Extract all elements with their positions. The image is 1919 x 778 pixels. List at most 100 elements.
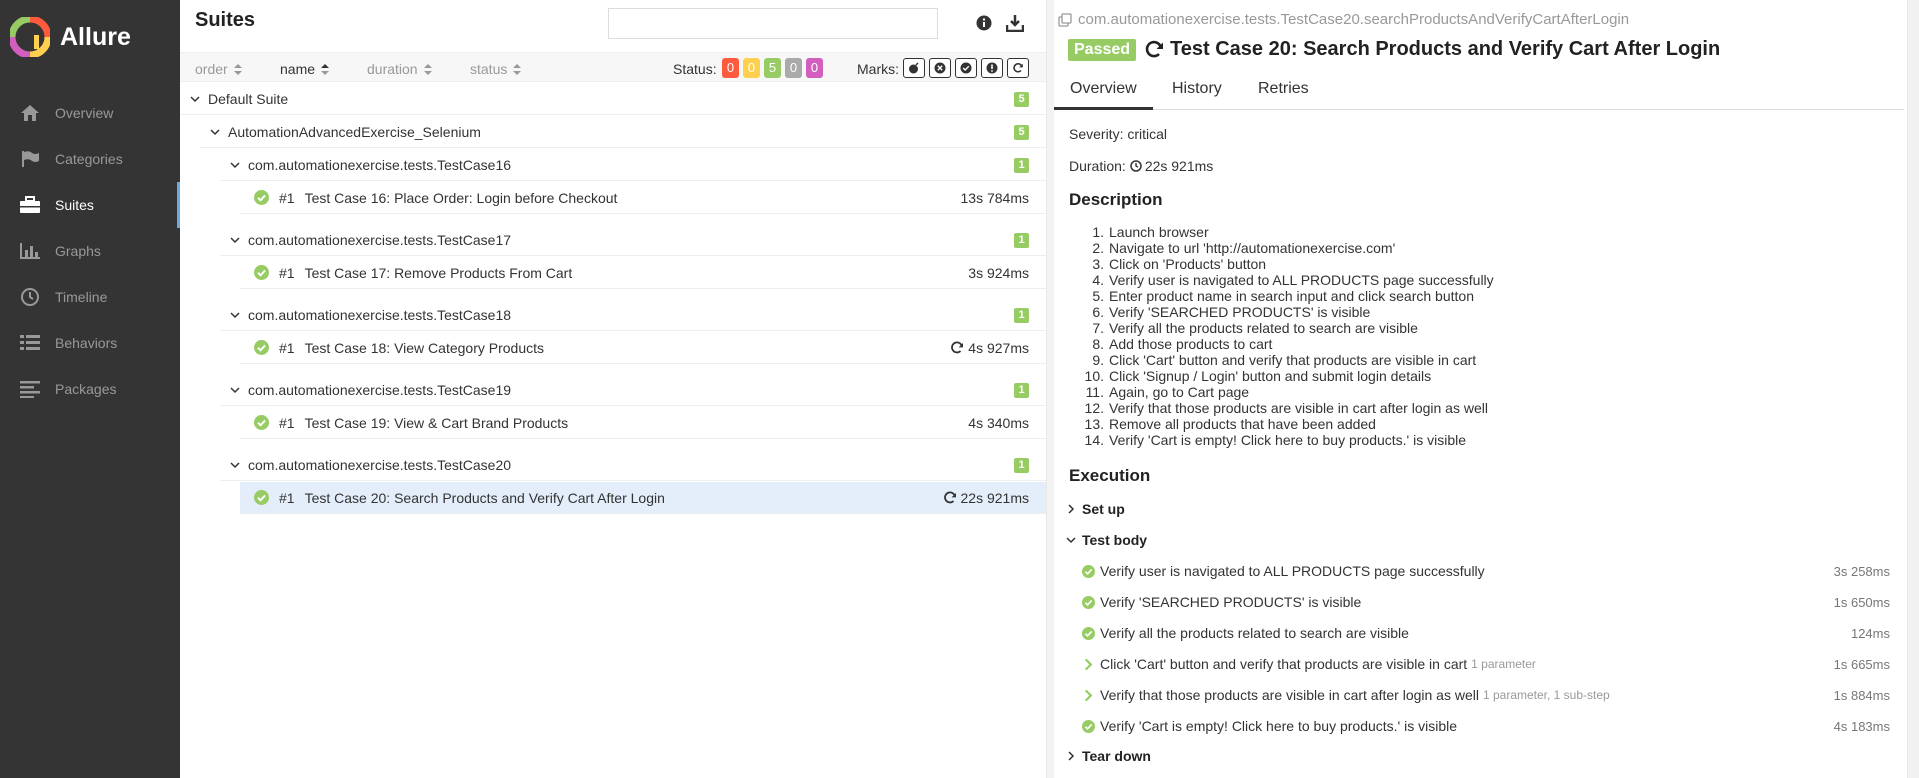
description-item: 14. Verify 'Cart is empty! Click here to … <box>1069 432 1494 448</box>
step-meta: 1 parameter, 1 sub-step <box>1482 688 1610 702</box>
class-row[interactable]: com.automationexercise.tests.TestCase19 … <box>220 374 1046 406</box>
setup-section[interactable]: Set up <box>1066 501 1125 517</box>
suite-row-project[interactable]: AutomationAdvancedExercise_Selenium 5 <box>200 116 1046 148</box>
test-number: #1 <box>279 189 295 206</box>
tab-history[interactable]: History <box>1156 80 1238 110</box>
sidebar-item-behaviors[interactable]: Behaviors <box>0 320 180 366</box>
description-text: Launch browser <box>1109 224 1209 240</box>
status-passed-badge[interactable]: 5 <box>764 58 781 78</box>
description-text: Verify that those products are visible i… <box>1109 400 1488 416</box>
status-failed-badge[interactable]: 0 <box>722 58 739 78</box>
description-text: Add those products to cart <box>1109 336 1273 352</box>
step-row[interactable]: Verify 'SEARCHED PRODUCTS' is visible 1s… <box>1082 591 1892 613</box>
test-row-selected[interactable]: #1 Test Case 20: Search Products and Ver… <box>240 482 1046 514</box>
info-icon[interactable] <box>975 14 993 32</box>
test-duration: 22s 921ms <box>960 490 1029 506</box>
check-circle-icon <box>254 490 269 505</box>
class-row[interactable]: com.automationexercise.tests.TestCase20 … <box>220 449 1046 481</box>
step-name: Verify 'SEARCHED PRODUCTS' is visible <box>1100 594 1362 610</box>
mark-new-broken-button[interactable] <box>981 58 1003 78</box>
count-badge: 5 <box>1014 92 1029 107</box>
copy-icon[interactable] <box>1058 12 1072 27</box>
step-row[interactable]: Verify all the products related to searc… <box>1082 622 1892 644</box>
step-name: Verify user is navigated to ALL PRODUCTS… <box>1100 563 1485 579</box>
allure-logo <box>10 17 50 57</box>
pane-splitter[interactable] <box>1046 0 1054 778</box>
class-row[interactable]: com.automationexercise.tests.TestCase17 … <box>220 224 1046 256</box>
test-body-section[interactable]: Test body <box>1066 532 1147 548</box>
mark-flaky-button[interactable] <box>903 58 925 78</box>
description-item: 4. Verify user is navigated to ALL PRODUC… <box>1069 272 1493 288</box>
sidebar-item-overview[interactable]: Overview <box>0 90 180 136</box>
count-badge: 1 <box>1014 308 1029 323</box>
sidebar-item-graphs[interactable]: Graphs <box>0 228 180 274</box>
sort-label: order <box>195 61 228 77</box>
test-row[interactable]: #1 Test Case 19: View & Cart Brand Produ… <box>240 407 1046 439</box>
mark-new-failed-button[interactable] <box>929 58 951 78</box>
sort-order[interactable]: order <box>195 61 242 77</box>
brand-name: Allure <box>60 22 131 51</box>
sidebar-item-label: Graphs <box>55 243 101 259</box>
bomb-icon <box>909 62 919 74</box>
sidebar-item-label: Timeline <box>55 289 108 305</box>
sort-icon <box>513 63 522 75</box>
status-unknown-badge[interactable]: 0 <box>806 58 823 78</box>
check-circle-icon <box>1082 595 1095 609</box>
tab-overview[interactable]: Overview <box>1054 80 1153 110</box>
suite-row-default[interactable]: Default Suite 5 <box>180 83 1046 115</box>
class-row[interactable]: com.automationexercise.tests.TestCase18 … <box>220 299 1046 331</box>
description-index: 6. <box>1092 304 1104 320</box>
test-row[interactable]: #1 Test Case 17: Remove Products From Ca… <box>240 257 1046 289</box>
marks-label: Marks: <box>857 61 899 77</box>
scrollbar[interactable] <box>1907 0 1919 778</box>
sidebar-item-timeline[interactable]: Timeline <box>0 274 180 320</box>
description-index: 5. <box>1092 288 1104 304</box>
brand[interactable]: Allure <box>10 16 131 58</box>
description-item: 7. Verify all the products related to sea… <box>1069 320 1494 336</box>
chevron-right-icon <box>1084 689 1093 701</box>
list-icon <box>18 333 42 353</box>
step-row[interactable]: Verify that those products are visible i… <box>1082 684 1892 706</box>
description-index: 11. <box>1085 384 1104 400</box>
step-duration: 124ms <box>1850 625 1890 641</box>
description-index: 2. <box>1092 240 1104 256</box>
align-left-icon <box>18 379 42 399</box>
chevron-down-icon <box>190 95 200 102</box>
sidebar-item-categories[interactable]: Categories <box>0 136 180 182</box>
mark-retries-button[interactable] <box>1007 58 1029 78</box>
description-index: 12. <box>1084 400 1104 416</box>
teardown-section[interactable]: Tear down <box>1066 748 1151 764</box>
search-input[interactable] <box>608 8 938 39</box>
description-text: Enter product name in search input and c… <box>1109 288 1474 304</box>
check-circle-icon <box>1082 564 1095 578</box>
step-name: Verify 'Cart is empty! Click here to buy… <box>1100 718 1458 734</box>
description-item: 12. Verify that those products are visibl… <box>1069 400 1494 416</box>
sort-status[interactable]: status <box>470 61 522 77</box>
download-icon[interactable] <box>1006 14 1024 32</box>
step-name: Verify all the products related to searc… <box>1100 625 1409 641</box>
status-broken-badge[interactable]: 0 <box>743 58 760 78</box>
check-circle-icon <box>1082 719 1095 733</box>
description-item: 2. Navigate to url 'http://automationexer… <box>1069 240 1494 256</box>
status-skipped-badge[interactable]: 0 <box>785 58 802 78</box>
step-row[interactable]: Verify 'Cart is empty! Click here to buy… <box>1082 715 1892 737</box>
sidebar-item-suites[interactable]: Suites <box>0 182 181 228</box>
setup-label: Set up <box>1082 501 1125 517</box>
sort-duration[interactable]: duration <box>367 61 432 77</box>
step-duration: 1s 650ms <box>1833 594 1890 610</box>
step-row[interactable]: Verify user is navigated to ALL PRODUCTS… <box>1082 560 1892 582</box>
step-row[interactable]: Click 'Cart' button and verify that prod… <box>1082 653 1892 675</box>
mark-new-passed-button[interactable] <box>955 58 977 78</box>
sidebar-item-packages[interactable]: Packages <box>0 366 180 412</box>
description-index: 3. <box>1092 256 1104 272</box>
tab-retries[interactable]: Retries <box>1242 80 1325 110</box>
step-duration: 4s 183ms <box>1833 718 1890 734</box>
sidebar-item-label: Overview <box>55 105 114 121</box>
test-row[interactable]: #1 Test Case 16: Place Order: Login befo… <box>240 182 1046 214</box>
sort-name[interactable]: name <box>280 61 330 77</box>
test-row[interactable]: #1 Test Case 18: View Category Products … <box>240 332 1046 364</box>
class-row[interactable]: com.automationexercise.tests.TestCase16 … <box>220 149 1046 181</box>
refresh-icon <box>1145 40 1164 57</box>
suites-pane: Suites order name duration status Status… <box>180 0 1046 778</box>
duration-label: Duration: <box>1069 158 1126 174</box>
